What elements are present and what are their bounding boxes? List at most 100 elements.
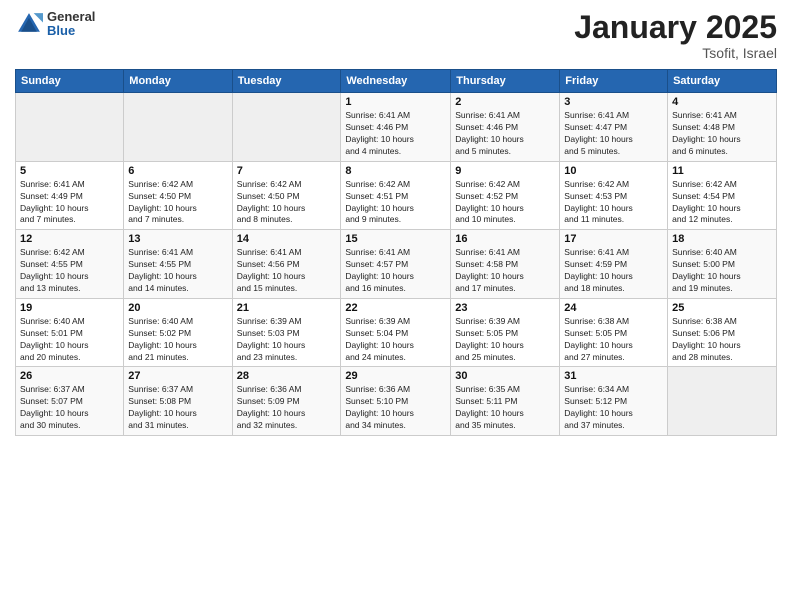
day-info: Sunrise: 6:42 AMSunset: 4:54 PMDaylight:… xyxy=(672,179,772,227)
day-info: Sunrise: 6:40 AMSunset: 5:02 PMDaylight:… xyxy=(128,316,227,364)
week-row-1: 5Sunrise: 6:41 AMSunset: 4:49 PMDaylight… xyxy=(16,161,777,230)
calendar-cell: 26Sunrise: 6:37 AMSunset: 5:07 PMDayligh… xyxy=(16,367,124,436)
day-number: 17 xyxy=(564,233,663,245)
day-number: 22 xyxy=(345,302,446,314)
day-info: Sunrise: 6:41 AMSunset: 4:46 PMDaylight:… xyxy=(345,110,446,158)
day-number: 29 xyxy=(345,370,446,382)
calendar-cell: 28 Sunrise: 6:36 AMSunset: 5:09 PMDayligh… xyxy=(232,367,341,436)
day-info: Sunrise: 6:38 AMSunset: 5:06 PMDaylight:… xyxy=(672,316,772,364)
day-number: 14 xyxy=(237,233,337,245)
week-row-0: 1Sunrise: 6:41 AMSunset: 4:46 PMDaylight… xyxy=(16,93,777,162)
calendar-cell: 13Sunrise: 6:41 AMSunset: 4:55 PMDayligh… xyxy=(124,230,232,299)
day-number: 20 xyxy=(128,302,227,314)
day-number: 3 xyxy=(564,96,663,108)
week-row-4: 26Sunrise: 6:37 AMSunset: 5:07 PMDayligh… xyxy=(16,367,777,436)
day-number: 6 xyxy=(128,165,227,177)
day-header-saturday: Saturday xyxy=(668,70,777,93)
day-info: Sunrise: 6:40 AMSunset: 5:00 PMDaylight:… xyxy=(672,247,772,295)
title-block: January 2025 Tsofit, Israel xyxy=(574,10,777,61)
day-number: 23 xyxy=(455,302,555,314)
day-number: 2 xyxy=(455,96,555,108)
logo-text: General Blue xyxy=(47,10,95,39)
calendar-cell: 12 Sunrise: 6:42 AMSunset: 4:55 PMDayligh… xyxy=(16,230,124,299)
calendar-cell: 18 Sunrise: 6:40 AMSunset: 5:00 PMDayligh… xyxy=(668,230,777,299)
day-info: Sunrise: 6:41 AMSunset: 4:47 PMDaylight:… xyxy=(564,110,663,158)
calendar-cell: 22 Sunrise: 6:39 AMSunset: 5:04 PMDayligh… xyxy=(341,298,451,367)
day-number: 15 xyxy=(345,233,446,245)
calendar-cell xyxy=(232,93,341,162)
day-number: 28 xyxy=(237,370,337,382)
day-number: 4 xyxy=(672,96,772,108)
day-header-monday: Monday xyxy=(124,70,232,93)
day-info: Sunrise: 6:36 AMSunset: 5:10 PMDaylight:… xyxy=(345,384,446,432)
page: General Blue January 2025 Tsofit, Israel… xyxy=(0,0,792,612)
calendar-cell: 10 Sunrise: 6:42 AMSunset: 4:53 PMDayligh… xyxy=(560,161,668,230)
calendar-cell: 17Sunrise: 6:41 AMSunset: 4:59 PMDayligh… xyxy=(560,230,668,299)
day-info: Sunrise: 6:37 AMSunset: 5:07 PMDaylight:… xyxy=(20,384,119,432)
calendar-cell: 25Sunrise: 6:38 AMSunset: 5:06 PMDayligh… xyxy=(668,298,777,367)
day-info: Sunrise: 6:40 AMSunset: 5:01 PMDaylight:… xyxy=(20,316,119,364)
calendar-cell: 21Sunrise: 6:39 AMSunset: 5:03 PMDayligh… xyxy=(232,298,341,367)
day-number: 7 xyxy=(237,165,337,177)
day-number: 8 xyxy=(345,165,446,177)
day-info: Sunrise: 6:41 AMSunset: 4:46 PMDaylight:… xyxy=(455,110,555,158)
calendar-cell: 5Sunrise: 6:41 AMSunset: 4:49 PMDaylight… xyxy=(16,161,124,230)
day-number: 30 xyxy=(455,370,555,382)
logo-blue-text: Blue xyxy=(47,24,95,38)
calendar-cell: 9Sunrise: 6:42 AMSunset: 4:52 PMDaylight… xyxy=(451,161,560,230)
day-info: Sunrise: 6:42 AMSunset: 4:53 PMDaylight:… xyxy=(564,179,663,227)
calendar-cell xyxy=(16,93,124,162)
day-info: Sunrise: 6:34 AMSunset: 5:12 PMDaylight:… xyxy=(564,384,663,432)
day-info: Sunrise: 6:42 AMSunset: 4:50 PMDaylight:… xyxy=(237,179,337,227)
calendar-cell: 8 Sunrise: 6:42 AMSunset: 4:51 PMDaylight… xyxy=(341,161,451,230)
day-number: 11 xyxy=(672,165,772,177)
calendar-cell: 24 Sunrise: 6:38 AMSunset: 5:05 PMDayligh… xyxy=(560,298,668,367)
calendar-cell: 4Sunrise: 6:41 AMSunset: 4:48 PMDaylight… xyxy=(668,93,777,162)
calendar-cell: 7 Sunrise: 6:42 AMSunset: 4:50 PMDaylight… xyxy=(232,161,341,230)
day-info: Sunrise: 6:41 AMSunset: 4:57 PMDaylight:… xyxy=(345,247,446,295)
day-header-friday: Friday xyxy=(560,70,668,93)
day-info: Sunrise: 6:42 AMSunset: 4:50 PMDaylight:… xyxy=(128,179,227,227)
calendar-title: January 2025 xyxy=(574,10,777,45)
day-number: 12 xyxy=(20,233,119,245)
day-info: Sunrise: 6:39 AMSunset: 5:05 PMDaylight:… xyxy=(455,316,555,364)
day-info: Sunrise: 6:42 AMSunset: 4:51 PMDaylight:… xyxy=(345,179,446,227)
day-info: Sunrise: 6:38 AMSunset: 5:05 PMDaylight:… xyxy=(564,316,663,364)
calendar-table: SundayMondayTuesdayWednesdayThursdayFrid… xyxy=(15,69,777,436)
calendar-cell: 27Sunrise: 6:37 AMSunset: 5:08 PMDayligh… xyxy=(124,367,232,436)
calendar-cell: 14Sunrise: 6:41 AMSunset: 4:56 PMDayligh… xyxy=(232,230,341,299)
calendar-cell: 31 Sunrise: 6:34 AMSunset: 5:12 PMDayligh… xyxy=(560,367,668,436)
day-number: 10 xyxy=(564,165,663,177)
day-number: 31 xyxy=(564,370,663,382)
days-header-row: SundayMondayTuesdayWednesdayThursdayFrid… xyxy=(16,70,777,93)
calendar-cell: 29 Sunrise: 6:36 AMSunset: 5:10 PMDayligh… xyxy=(341,367,451,436)
day-number: 16 xyxy=(455,233,555,245)
day-number: 24 xyxy=(564,302,663,314)
calendar-cell: 1Sunrise: 6:41 AMSunset: 4:46 PMDaylight… xyxy=(341,93,451,162)
day-header-sunday: Sunday xyxy=(16,70,124,93)
day-number: 19 xyxy=(20,302,119,314)
logo-general-text: General xyxy=(47,10,95,24)
week-row-2: 12 Sunrise: 6:42 AMSunset: 4:55 PMDayligh… xyxy=(16,230,777,299)
logo-icon xyxy=(15,10,43,38)
day-info: Sunrise: 6:42 AMSunset: 4:55 PMDaylight:… xyxy=(20,247,119,295)
day-number: 18 xyxy=(672,233,772,245)
day-number: 13 xyxy=(128,233,227,245)
week-row-3: 19 Sunrise: 6:40 AMSunset: 5:01 PMDayligh… xyxy=(16,298,777,367)
calendar-cell xyxy=(124,93,232,162)
day-header-tuesday: Tuesday xyxy=(232,70,341,93)
calendar-cell: 30 Sunrise: 6:35 AMSunset: 5:11 PMDayligh… xyxy=(451,367,560,436)
day-info: Sunrise: 6:41 AMSunset: 4:58 PMDaylight:… xyxy=(455,247,555,295)
day-header-thursday: Thursday xyxy=(451,70,560,93)
calendar-cell: 6 Sunrise: 6:42 AMSunset: 4:50 PMDaylight… xyxy=(124,161,232,230)
calendar-subtitle: Tsofit, Israel xyxy=(574,45,777,61)
day-info: Sunrise: 6:35 AMSunset: 5:11 PMDaylight:… xyxy=(455,384,555,432)
day-info: Sunrise: 6:39 AMSunset: 5:04 PMDaylight:… xyxy=(345,316,446,364)
day-number: 21 xyxy=(237,302,337,314)
calendar-cell: 2 Sunrise: 6:41 AMSunset: 4:46 PMDaylight… xyxy=(451,93,560,162)
calendar-cell: 15 Sunrise: 6:41 AMSunset: 4:57 PMDayligh… xyxy=(341,230,451,299)
calendar-cell: 23 Sunrise: 6:39 AMSunset: 5:05 PMDayligh… xyxy=(451,298,560,367)
logo: General Blue xyxy=(15,10,95,39)
header: General Blue January 2025 Tsofit, Israel xyxy=(15,10,777,61)
day-info: Sunrise: 6:36 AMSunset: 5:09 PMDaylight:… xyxy=(237,384,337,432)
